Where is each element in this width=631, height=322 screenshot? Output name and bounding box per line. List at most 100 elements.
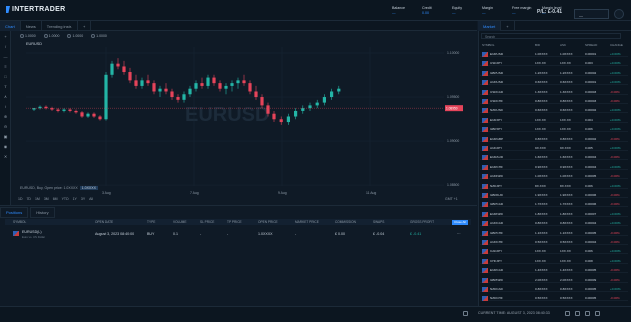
column-header[interactable]: CHANGE	[610, 43, 623, 47]
list-item[interactable]: NZDJPY 8X.XXX 8X.XXX 0.006 +0.00%	[480, 182, 628, 189]
tab-chart[interactable]: Chart	[0, 21, 21, 31]
help-icon[interactable]	[575, 311, 580, 316]
list-item[interactable]: EURUSD 1.0XXXX 1.0XXXX 0.00001 +0.00%	[480, 50, 628, 57]
table-cell: -	[227, 232, 229, 236]
column-header[interactable]: TYPE	[147, 220, 155, 224]
candle	[242, 74, 246, 86]
watchlist-cell: 1.4XXXX	[560, 268, 573, 273]
list-item[interactable]: CHFJPY 1XX.XX 1XX.XX 0.008 +0.00%	[480, 257, 628, 264]
column-header[interactable]: OPEN PRICE	[258, 220, 278, 224]
column-header[interactable]: BID	[535, 43, 540, 47]
list-item[interactable]: CADJPY 1XX.XX 1XX.XX 0.006 +0.00%	[480, 247, 628, 255]
list-item[interactable]: NZDUSD 0.6XXXX 0.6XXXX 0.00002 +0.00%	[480, 106, 628, 114]
range-option[interactable]: All	[89, 197, 93, 201]
crosshair-icon[interactable]: +	[3, 35, 8, 39]
layout-icon[interactable]	[463, 311, 468, 316]
range-option[interactable]: 1M	[35, 197, 40, 201]
range-option[interactable]: 1Y	[73, 197, 77, 201]
measure-icon[interactable]: ↕	[3, 105, 8, 109]
candle-body	[218, 83, 222, 89]
column-header[interactable]: ASK	[560, 43, 566, 47]
lock-icon[interactable]: ▣	[3, 135, 8, 139]
metric-label: Equity	[452, 6, 462, 10]
column-header[interactable]: MARKET PRICE	[295, 220, 319, 224]
column-header[interactable]: SYMBOL	[482, 43, 495, 47]
list-item[interactable]: AUDCHF 0.5XXXX 0.5XXXX 0.00004 -0.00%	[480, 238, 628, 245]
watchlist-cell: GBPNZD	[490, 277, 503, 282]
pattern-icon[interactable]: ∧	[3, 95, 8, 99]
range-option[interactable]: 6M	[53, 197, 58, 201]
list-item[interactable]: AUDUSD 0.6XXXX 0.6XXXX 0.00001 +0.00%	[480, 78, 628, 86]
tab-trending-instr-[interactable]: Trending instr.	[42, 21, 78, 31]
candlestick-chart[interactable]: 1.10000 1.09500 1.09000 1.08500 3 Aug 7 Aug 9 …	[12, 31, 478, 205]
timezone-label[interactable]: GMT +1	[445, 197, 458, 201]
zoom-in-icon[interactable]: ⊕	[3, 115, 8, 119]
list-item[interactable]: USDJPY 1XX.XX 1XX.XX 0.003 +0.00%	[480, 59, 628, 67]
list-item[interactable]: GBPAUD 1.9XXXX 1.9XXXX 0.00006 -0.00%	[480, 191, 628, 198]
close-all-button[interactable]: Close All	[452, 220, 468, 225]
watchlist-tab[interactable]: Market	[478, 21, 502, 31]
list-item[interactable]: GBPUSD 1.2XXXX 1.2XXXX 0.00002 +0.00%	[480, 69, 628, 76]
tab-news[interactable]: News	[21, 21, 42, 31]
column-header[interactable]: SPREAD	[585, 43, 597, 47]
watchlist-search-input[interactable]: Search	[481, 33, 621, 39]
list-item[interactable]: AUDNZD 1.0XXXX 1.0XXXX 0.00005 -0.00%	[480, 172, 628, 180]
horizontal-line-icon[interactable]: —	[3, 55, 8, 59]
shape-icon[interactable]: □	[3, 75, 8, 79]
column-header[interactable]: SL PRICE	[200, 220, 214, 224]
eye-icon[interactable]: ◉	[3, 145, 8, 149]
notification-icon[interactable]	[585, 311, 590, 316]
account-selector[interactable]: —	[574, 9, 609, 19]
user-icon[interactable]	[614, 9, 624, 19]
watchlist-cell: +0.00%	[610, 146, 621, 150]
candle-body	[38, 106, 42, 109]
column-header[interactable]: COMMISSION	[335, 220, 356, 224]
list-item[interactable]: USDCAD 1.3XXXX 1.3XXXX 0.00003 -0.00%	[480, 88, 628, 95]
column-header[interactable]: GROSS PROFIT	[410, 220, 434, 224]
fullscreen-icon[interactable]	[595, 311, 600, 316]
list-item[interactable]: GBPJPY 1XX.XX 1XX.XX 0.006 +0.00%	[480, 125, 628, 133]
fib-icon[interactable]: ≡	[3, 65, 8, 69]
column-header[interactable]: OPEN DATE	[95, 220, 113, 224]
table-row[interactable]: EURUSD(L) Euro vs. US Dollar August 3, 202…	[5, 229, 471, 243]
list-item[interactable]: GBPCHF 1.1XXXX 1.1XXXX 0.00005 -0.00%	[480, 229, 628, 236]
list-item[interactable]: EURNZD 1.8XXXX 1.8XXXX 0.00007 +0.00%	[480, 210, 628, 217]
list-item[interactable]: EURAUD 1.6XXXX 1.6XXXX 0.00004 -0.00%	[480, 153, 628, 161]
trash-icon[interactable]: ✕	[3, 155, 8, 159]
column-header[interactable]: SWAPS	[373, 220, 384, 224]
range-option[interactable]: YTD	[62, 197, 69, 201]
watchlist-cell: AUDJPY	[490, 146, 503, 150]
range-option[interactable]: 1D	[18, 197, 22, 201]
list-item[interactable]: NZDCAD 0.8XXXX 0.8XXXX 0.00005 +0.00%	[480, 285, 628, 292]
column-header[interactable]: TP PRICE	[227, 220, 242, 224]
list-item[interactable]: EURGBP 0.8XXXX 0.8XXXX 0.00002 -0.00%	[480, 135, 628, 142]
text-icon[interactable]: T	[3, 85, 8, 89]
list-item[interactable]: NZDCHF 0.5XXXX 0.5XXXX 0.00005 -0.00%	[480, 294, 628, 302]
list-item[interactable]: USDCHF 0.8XXXX 0.8XXXX 0.00003 -0.00%	[480, 97, 628, 104]
list-item[interactable]: GBPCAD 1.7XXXX 1.7XXXX 0.00006 -0.00%	[480, 200, 628, 208]
column-header[interactable]: SYMBOL	[13, 220, 26, 224]
positions-tab[interactable]: History	[30, 207, 55, 218]
watchlist-cell: +0.00%	[610, 61, 621, 66]
list-item[interactable]: EURCHF 0.9XXXX 0.9XXXX 0.00004 +0.00%	[480, 163, 628, 170]
positions-tab[interactable]: Positions	[0, 207, 29, 218]
range-option[interactable]: 3M	[44, 197, 49, 201]
column-header[interactable]: VOLUME	[173, 220, 186, 224]
position-actions-button[interactable]: ···	[457, 232, 461, 236]
watchlist-tab[interactable]: +	[501, 21, 515, 31]
watchlist-cell: 1XX.XX	[535, 61, 546, 66]
list-item[interactable]: AUDCAD 0.8XXXX 0.8XXXX 0.00004 +0.00%	[480, 219, 628, 227]
list-item[interactable]: EURJPY 1XX.XX 1XX.XX 0.004 +0.00%	[480, 116, 628, 123]
list-item[interactable]: AUDJPY 9X.XXX 9X.XXX 0.005 +0.00%	[480, 144, 628, 151]
range-option[interactable]: 7D	[26, 197, 30, 201]
list-item[interactable]: GBPNZD 2.0XXXX 2.0XXXX 0.00009 -0.00%	[480, 276, 628, 283]
metric-value: —	[452, 11, 456, 15]
tab--[interactable]: +	[78, 21, 92, 31]
range-option[interactable]: 3Y	[81, 197, 85, 201]
x-tick-label: 9 Aug	[278, 191, 287, 195]
trendline-icon[interactable]: /	[3, 45, 8, 49]
zoom-out-icon[interactable]: ⊖	[3, 125, 8, 129]
settings-icon[interactable]	[565, 311, 570, 316]
flag-icon	[13, 231, 19, 236]
list-item[interactable]: EURCAD 1.4XXXX 1.4XXXX 0.00005 -0.00%	[480, 266, 628, 274]
